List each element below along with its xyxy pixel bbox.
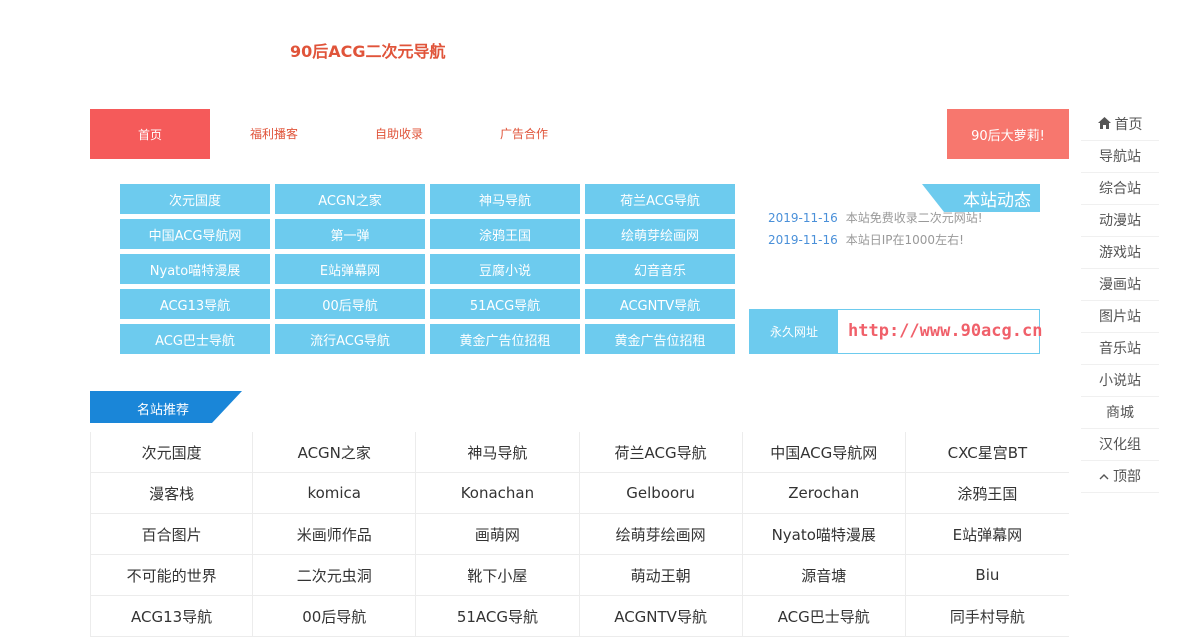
recommended-site-link[interactable]: 百合图片 <box>90 514 254 555</box>
site-tile[interactable]: ACGNTV导航 <box>585 289 735 319</box>
sidebar-item-label: 商城 <box>1106 405 1134 421</box>
site-tile[interactable]: 黄金广告位招租 <box>430 324 580 354</box>
recommended-site-link[interactable]: 中国ACG导航网 <box>742 432 906 473</box>
sidebar-item[interactable]: 漫画站 <box>1081 270 1159 301</box>
recommended-site-link[interactable]: ACGN之家 <box>253 432 417 473</box>
sidebar-item[interactable]: 游戏站 <box>1081 238 1159 269</box>
site-tile[interactable]: 中国ACG导航网 <box>120 219 270 249</box>
news-date: 2019-11-16 <box>768 211 838 225</box>
site-tile[interactable]: 荷兰ACG导航 <box>585 184 735 214</box>
recommended-title: 名站推荐 <box>137 403 190 418</box>
sidebar-item-label: 图片站 <box>1099 309 1141 325</box>
site-tile[interactable]: ACGN之家 <box>275 184 425 214</box>
recommended-site-link[interactable]: CXC星宫BT <box>905 432 1069 473</box>
sidebar-item-label: 导航站 <box>1099 149 1141 165</box>
site-tile[interactable]: 涂鸦王国 <box>430 219 580 249</box>
recommended-site-link[interactable]: 二次元虫洞 <box>253 555 417 596</box>
recommended-site-link[interactable]: komica <box>253 473 417 514</box>
sidebar-item-label: 游戏站 <box>1099 245 1141 261</box>
sidebar-item-label: 音乐站 <box>1099 341 1141 357</box>
chevron-up-icon <box>1099 463 1109 493</box>
news-item[interactable]: 2019-11-16 本站免费收录二次元网站! <box>768 207 983 229</box>
sidebar-item-label: 小说站 <box>1099 373 1141 389</box>
recommended-site-link[interactable]: 00后导航 <box>253 596 417 637</box>
nav-link-submit[interactable]: 自助收录 <box>375 109 423 159</box>
sidebar-item-label: 漫画站 <box>1099 277 1141 293</box>
sidebar-item-label: 综合站 <box>1099 181 1141 197</box>
site-tile[interactable]: 流行ACG导航 <box>275 324 425 354</box>
recommended-site-link[interactable]: E站弹幕网 <box>905 514 1069 555</box>
recommended-grid: 次元国度 ACGN之家 神马导航 荷兰ACG导航 中国ACG导航网 CXC星宫BT 漫客栈 k… <box>90 432 1069 637</box>
nav-link-ads[interactable]: 广告合作 <box>500 109 548 159</box>
news-text: 本站免费收录二次元网站! <box>845 211 983 225</box>
site-tile[interactable]: 51ACG导航 <box>430 289 580 319</box>
sidebar-item[interactable]: 首页 <box>1081 110 1159 141</box>
sidebar-item-label: 动漫站 <box>1099 213 1141 229</box>
recommended-site-link[interactable]: 51ACG导航 <box>416 596 580 637</box>
site-tile[interactable]: Nyato喵特漫展 <box>120 254 270 284</box>
recommended-site-link[interactable]: 画萌网 <box>416 514 580 555</box>
nav-home[interactable]: 首页 <box>90 109 210 159</box>
news-date: 2019-11-16 <box>768 233 838 247</box>
sidebar-item-label: 顶部 <box>1113 469 1141 485</box>
recommended-site-link[interactable]: 次元国度 <box>90 432 254 473</box>
sidebar-nav: 首页导航站综合站动漫站游戏站漫画站图片站音乐站小说站商城汉化组顶部 <box>1081 110 1159 494</box>
sidebar-item[interactable]: 动漫站 <box>1081 206 1159 237</box>
recommended-site-link[interactable]: Biu <box>905 555 1069 596</box>
permanent-url-link[interactable]: http://www.90acg.cn <box>848 310 1042 353</box>
sidebar-item[interactable]: 商城 <box>1081 398 1159 429</box>
sidebar-item-label: 首页 <box>1114 117 1143 133</box>
home-icon <box>1097 111 1111 141</box>
site-tile[interactable]: 豆腐小说 <box>430 254 580 284</box>
site-title[interactable]: 90后ACG二次元导航 <box>290 38 446 62</box>
site-tile[interactable]: 神马导航 <box>430 184 580 214</box>
news-text: 本站日IP在1000左右! <box>845 233 964 247</box>
recommended-site-link[interactable]: Gelbooru <box>579 473 743 514</box>
news-list: 2019-11-16 本站免费收录二次元网站! 2019-11-16 本站日IP在1… <box>768 207 983 251</box>
recommended-site-link[interactable]: ACG巴士导航 <box>742 596 906 637</box>
nav-right-button[interactable]: 90后大萝莉! <box>947 109 1069 159</box>
sidebar-item[interactable]: 图片站 <box>1081 302 1159 333</box>
recommended-site-link[interactable]: ACGNTV导航 <box>579 596 743 637</box>
site-tile[interactable]: 绘萌芽绘画网 <box>585 219 735 249</box>
sidebar-item[interactable]: 小说站 <box>1081 366 1159 397</box>
sidebar-item[interactable]: 顶部 <box>1081 462 1159 493</box>
news-item[interactable]: 2019-11-16 本站日IP在1000左右! <box>768 229 983 251</box>
recommended-site-link[interactable]: Nyato喵特漫展 <box>742 514 906 555</box>
recommended-site-link[interactable]: 涂鸦王国 <box>905 473 1069 514</box>
site-tile[interactable]: ACG13导航 <box>120 289 270 319</box>
recommended-site-link[interactable]: ACG13导航 <box>90 596 254 637</box>
recommended-site-link[interactable]: 神马导航 <box>416 432 580 473</box>
recommended-site-link[interactable]: 萌动王朝 <box>579 555 743 596</box>
nav-link-welfare[interactable]: 福利播客 <box>250 109 298 159</box>
site-tile[interactable]: 幻音音乐 <box>585 254 735 284</box>
recommended-site-link[interactable]: Zerochan <box>742 473 906 514</box>
recommended-site-link[interactable]: 米画师作品 <box>253 514 417 555</box>
sidebar-item[interactable]: 音乐站 <box>1081 334 1159 365</box>
site-tile[interactable]: 第一弹 <box>275 219 425 249</box>
sidebar-item[interactable]: 导航站 <box>1081 142 1159 173</box>
site-tile[interactable]: ACG巴士导航 <box>120 324 270 354</box>
recommended-site-link[interactable]: 源音塘 <box>742 555 906 596</box>
sidebar-item-label: 汉化组 <box>1099 437 1141 453</box>
recommended-site-link[interactable]: Konachan <box>416 473 580 514</box>
recommended-site-link[interactable]: 靴下小屋 <box>416 555 580 596</box>
site-tile-grid: 次元国度 ACGN之家 神马导航 荷兰ACG导航中国ACG导航网 第一弹 涂鸦王国 绘萌芽绘… <box>120 184 735 354</box>
site-tile[interactable]: 次元国度 <box>120 184 270 214</box>
permanent-url-label: 永久网址 <box>750 310 838 353</box>
recommended-site-link[interactable]: 漫客栈 <box>90 473 254 514</box>
recommended-site-link[interactable]: 同手村导航 <box>905 596 1069 637</box>
recommended-site-link[interactable]: 绘萌芽绘画网 <box>579 514 743 555</box>
sidebar-item[interactable]: 汉化组 <box>1081 430 1159 461</box>
site-tile[interactable]: E站弹幕网 <box>275 254 425 284</box>
recommended-site-link[interactable]: 荷兰ACG导航 <box>579 432 743 473</box>
recommended-site-link[interactable]: 不可能的世界 <box>90 555 254 596</box>
sidebar-item[interactable]: 综合站 <box>1081 174 1159 205</box>
permanent-url-box: 永久网址 http://www.90acg.cn <box>749 309 1042 354</box>
site-tile[interactable]: 黄金广告位招租 <box>585 324 735 354</box>
site-tile[interactable]: 00后导航 <box>275 289 425 319</box>
